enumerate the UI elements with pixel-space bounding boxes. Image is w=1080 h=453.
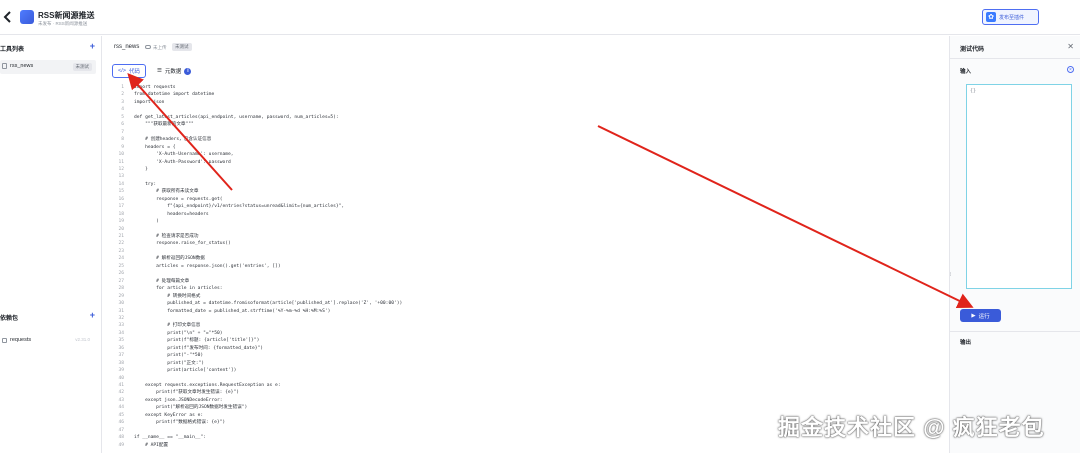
tab-code-label: 代码 [128, 69, 140, 75]
plugin-icon: ✿ [986, 12, 996, 22]
line-number: 49 [118, 442, 124, 448]
save-state: 未上传 [153, 45, 167, 50]
editor-tabs: </> 代码 ☰ 元数据 i [112, 64, 196, 78]
play-icon: ▶ [971, 312, 976, 319]
dependency-version: v2.31.0 [75, 337, 90, 342]
resize-handle-icon[interactable]: ⁞ [950, 272, 951, 278]
output-label: 输出 [960, 340, 972, 346]
code-editor[interactable]: 1 import requests 2 from datetime import da… [106, 80, 948, 453]
code-text: except json.JSONDecodeError: [134, 397, 223, 403]
code-text: print("-"*50) [134, 353, 204, 359]
code-text: formatted_date = published_at.strftime('… [134, 308, 331, 314]
code-text: # 获取所有未读文章 [134, 189, 199, 195]
clear-icon[interactable]: × [1067, 66, 1074, 73]
tool-item-label: rss_news [10, 63, 34, 69]
code-text: published_at = datetime.fromisoformat(ar… [134, 301, 403, 307]
code-text: # 转换时间格式 [134, 293, 201, 299]
run-label: 运行 [978, 313, 990, 320]
input-label: 输入 [960, 69, 972, 75]
chevron-left-icon[interactable] [2, 10, 14, 24]
code-text: if __name__ == "__main__": [134, 435, 206, 441]
publish-button[interactable]: ✿ 发布至插件 [982, 9, 1039, 25]
code-text: def get_latest_articles(api_endpoint, us… [134, 114, 339, 120]
code-line[interactable]: 49 # API配置 [106, 442, 168, 450]
code-text: print(f"发布时间: {formatted_date}") [134, 345, 264, 351]
code-text: headers=headers [134, 211, 209, 217]
package-icon [2, 338, 7, 343]
code-text: print(f"获取文章时发生错误: {e}") [134, 390, 239, 396]
code-line[interactable]: 31 formatted_date = published_at.strftim… [106, 308, 330, 316]
tab-metadata-label: 元数据 [164, 69, 182, 75]
test-input-field[interactable]: {} [966, 84, 1072, 289]
watermark: 掘金技术社区 @ 疯狂老包 [778, 415, 1045, 440]
divider [950, 331, 1080, 332]
code-text: print(f"标题: {article['title']}") [134, 338, 260, 344]
app-logo [20, 10, 34, 24]
dependency-item-requests[interactable]: requests v2.31.0 [0, 335, 96, 347]
code-text: print(f"数据格式错误: {e}") [134, 420, 226, 426]
app-subtitle: 未发布 · RSS新闻源推送 [38, 21, 88, 26]
tool-item-rss-news[interactable]: rss_news 未测试 [0, 60, 96, 74]
code-text: response = requests.get( [134, 196, 223, 202]
code-text: print("\n" + "="*50) [134, 330, 223, 336]
code-text: # 解析返回的JSON数据 [134, 256, 205, 262]
run-button[interactable]: ▶ 运行 [960, 309, 1001, 322]
test-panel: 测试代码 ✕ 输入 × {} ⁞ ▶ 运行 输出 [949, 36, 1080, 453]
code-text: # 检查请求是否成功 [134, 234, 199, 239]
app-title: RSS新闻源推送 [38, 11, 95, 20]
code-text: """获取最新的文章""" [134, 122, 194, 128]
code-text: articles = response.json().get('entries'… [134, 263, 281, 269]
code-text: import json [134, 99, 165, 105]
code-text: print("正文:") [134, 360, 205, 366]
code-text: # 处理每篇文章 [134, 278, 190, 284]
code-text: print(article['content']) [134, 368, 237, 374]
code-text: try: [134, 181, 157, 187]
file-icon [2, 63, 7, 69]
add-tool-icon[interactable]: + [90, 41, 95, 51]
tab-metadata[interactable]: ☰ 元数据 i [152, 64, 196, 78]
dependency-name: requests [10, 337, 32, 343]
status-badge: 未测试 [172, 43, 192, 51]
code-text: import requests [134, 85, 176, 90]
code-text: response.raise_for_status() [134, 241, 231, 247]
code-text: print("解析返回的JSON数据时发生错误") [134, 405, 248, 411]
tools-heading: 工具列表 [0, 47, 25, 53]
code-text: } [134, 166, 148, 172]
file-name: rss_news [114, 44, 140, 50]
code-icon: </> [118, 68, 126, 74]
publish-label: 发布至插件 [999, 14, 1025, 21]
code-text: for article in articles: [134, 286, 223, 292]
code-text: headers = { [134, 144, 176, 150]
code-text: from datetime import datetime [134, 92, 215, 98]
tool-sidebar: 工具列表 + rss_news 未测试 依赖包 + requests v2.31… [0, 36, 102, 453]
cloud-icon [145, 45, 151, 49]
deps-heading: 依赖包 [0, 316, 19, 322]
code-text: except requests.exceptions.RequestExcept… [134, 383, 281, 388]
code-text: # 创建headers，包含认证信息 [134, 137, 212, 143]
code-text: 'X-Auth-Username': username, [134, 152, 234, 158]
add-dependency-icon[interactable]: + [90, 310, 95, 320]
divider [950, 58, 1080, 59]
code-text: 'X-Auth-Password': password [134, 159, 231, 165]
info-icon[interactable]: i [184, 67, 192, 75]
code-text: f"{api_endpoint}/v1/entries?status=unrea… [134, 204, 345, 210]
code-text: ) [134, 219, 159, 225]
editor-header: rss_news 未上传 未测试 [103, 36, 948, 60]
tab-code[interactable]: </> 代码 [112, 64, 146, 78]
code-text: # 打印文章信息 [134, 323, 201, 329]
code-text: # API配置 [134, 442, 169, 448]
test-panel-title: 测试代码 [960, 47, 985, 53]
close-icon[interactable]: ✕ [1067, 42, 1074, 51]
sliders-icon: ☰ [156, 68, 162, 74]
top-bar: RSS新闻源推送 未发布 · RSS新闻源推送 ✿ 发布至插件 [0, 0, 1080, 35]
code-text: except KeyError as e: [134, 412, 204, 418]
status-badge: 未测试 [72, 63, 92, 71]
